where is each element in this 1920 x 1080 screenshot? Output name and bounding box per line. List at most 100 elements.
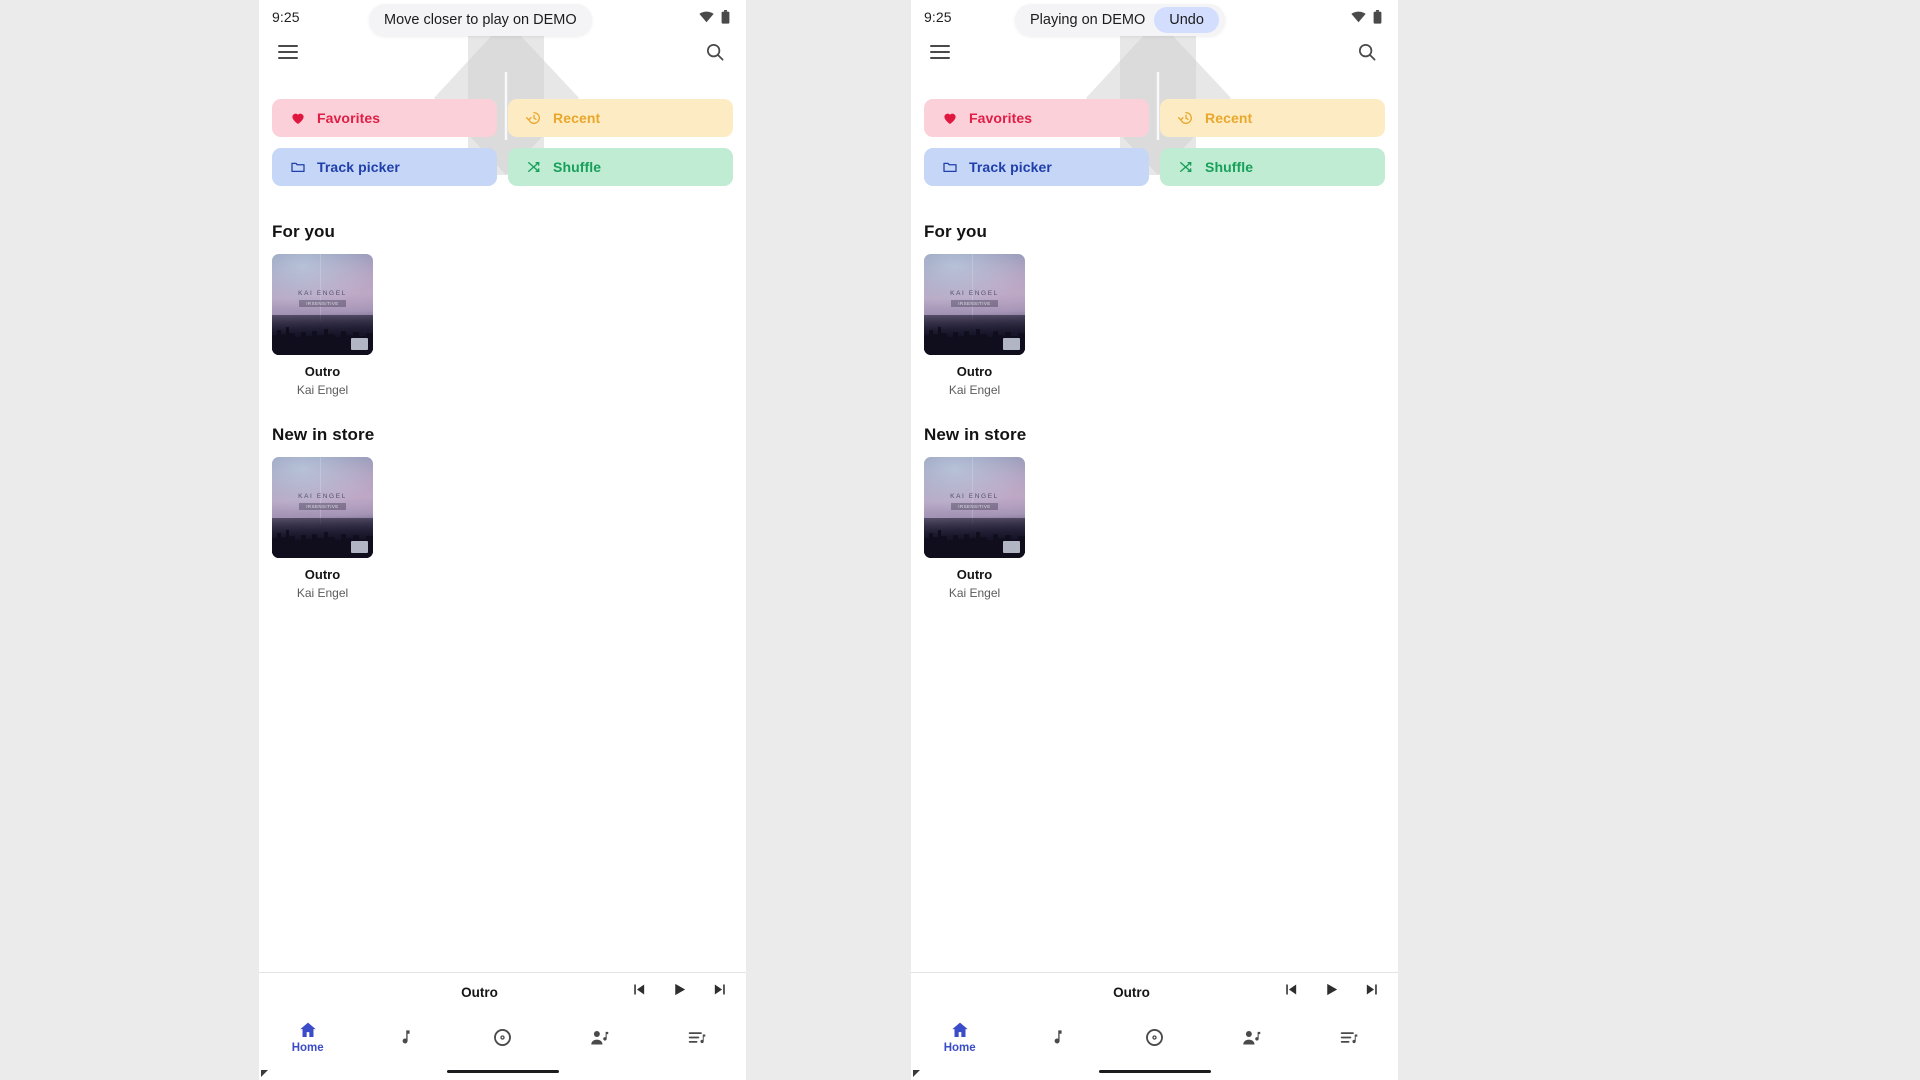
quick-action-label: Track picker <box>317 159 400 175</box>
album-artist: Kai Engel <box>296 586 349 600</box>
mini-player-title: Outro <box>461 984 498 1000</box>
nav-item-playlists[interactable] <box>1301 1011 1398 1063</box>
album-artist: Kai Engel <box>948 586 1001 600</box>
album-art-label-badge <box>1003 338 1020 350</box>
search-icon[interactable] <box>1356 41 1378 63</box>
album-art-seam <box>972 457 974 524</box>
nav-item-songs[interactable] <box>356 1011 453 1063</box>
shuffle-icon <box>528 162 540 172</box>
nav-item-albums[interactable] <box>1106 1011 1203 1063</box>
system-gesture-bar <box>911 1063 1398 1080</box>
toast-text: Playing on DEMO <box>1030 12 1146 28</box>
album-art-title: KAI ENGEL <box>298 290 347 298</box>
quick-action-label: Shuffle <box>1205 159 1254 175</box>
mini-player-title: Outro <box>1113 984 1150 1000</box>
wifi-icon <box>699 11 714 23</box>
quick-actions-grid: Favorites Recent Track picker Shuffle <box>259 99 746 186</box>
phone-screen-left: 9:25 Move closer to play on DEMO Favorit… <box>259 0 746 1080</box>
skip-previous-icon[interactable] <box>630 981 647 1003</box>
section-row-for-you: KAI ENGEL IRSENSITIVE Outro Kai Engel <box>259 254 746 397</box>
album-art-seam <box>972 254 974 321</box>
shuffle-icon <box>1180 162 1192 172</box>
home-icon <box>952 1022 968 1037</box>
album-title: Outro <box>956 567 993 582</box>
folder-icon <box>291 162 305 172</box>
quick-action-track-picker[interactable]: Track picker <box>924 148 1149 186</box>
album-card[interactable]: KAI ENGEL IRSENSITIVE Outro Kai Engel <box>272 254 373 397</box>
quick-action-track-picker[interactable]: Track picker <box>272 148 497 186</box>
album-artist: Kai Engel <box>948 383 1001 397</box>
quick-action-recent[interactable]: Recent <box>508 99 733 137</box>
phone-screen-right: 9:25 Playing on DEMO Undo Favorites Rece… <box>911 0 1398 1080</box>
nav-item-playlists[interactable] <box>649 1011 746 1063</box>
album-artwork: KAI ENGEL IRSENSITIVE <box>272 254 373 355</box>
nav-item-albums[interactable] <box>454 1011 551 1063</box>
system-gesture-bar <box>259 1063 746 1080</box>
album-art-seam <box>320 254 322 321</box>
toast-message: Move closer to play on DEMO <box>369 4 592 36</box>
skip-previous-icon[interactable] <box>1282 981 1299 1003</box>
quick-action-favorites[interactable]: Favorites <box>272 99 497 137</box>
nav-item-songs[interactable] <box>1008 1011 1105 1063</box>
status-time: 9:25 <box>272 9 300 25</box>
skip-next-icon[interactable] <box>712 981 729 1003</box>
section-row-new-in-store: KAI ENGEL IRSENSITIVE Outro Kai Engel <box>911 457 1398 600</box>
album-title: Outro <box>304 567 341 582</box>
album-card[interactable]: KAI ENGEL IRSENSITIVE Outro Kai Engel <box>272 457 373 600</box>
artist-icon <box>591 1030 609 1044</box>
app-bar <box>259 34 746 70</box>
album-artwork: KAI ENGEL IRSENSITIVE <box>924 254 1025 355</box>
screenshot-stage: 9:25 Move closer to play on DEMO Favorit… <box>0 0 1920 1080</box>
skip-next-icon[interactable] <box>1364 981 1381 1003</box>
quick-action-label: Track picker <box>969 159 1052 175</box>
play-icon[interactable] <box>1323 981 1340 1003</box>
album-artwork: KAI ENGEL IRSENSITIVE <box>924 457 1025 558</box>
album-art-title: KAI ENGEL <box>950 290 999 298</box>
artist-icon <box>1243 1030 1261 1044</box>
quick-action-label: Recent <box>553 110 601 126</box>
nav-item-home[interactable]: Home <box>911 1011 1008 1063</box>
section-title-new-in-store: New in store <box>272 425 375 444</box>
nav-item-artists[interactable] <box>1203 1011 1300 1063</box>
quick-action-recent[interactable]: Recent <box>1160 99 1385 137</box>
album-title: Outro <box>304 364 341 379</box>
section-row-new-in-store: KAI ENGEL IRSENSITIVE Outro Kai Engel <box>259 457 746 600</box>
mini-player: Outro <box>911 972 1398 1011</box>
toast-text: Move closer to play on DEMO <box>384 12 577 28</box>
album-art-seam <box>320 457 322 524</box>
album-artwork: KAI ENGEL IRSENSITIVE <box>272 457 373 558</box>
undo-button[interactable]: Undo <box>1154 7 1219 33</box>
bottom-bars: Outro Home <box>911 972 1398 1080</box>
nav-item-label: Home <box>291 1042 324 1054</box>
quick-action-shuffle[interactable]: Shuffle <box>508 148 733 186</box>
section-title-for-you: For you <box>924 222 988 241</box>
nav-item-home[interactable]: Home <box>259 1011 356 1063</box>
search-icon[interactable] <box>704 41 726 63</box>
mini-player-controls <box>630 981 733 1003</box>
nav-item-artists[interactable] <box>551 1011 648 1063</box>
quick-action-favorites[interactable]: Favorites <box>924 99 1149 137</box>
quick-action-label: Favorites <box>969 110 1033 126</box>
mini-player-controls <box>1282 981 1385 1003</box>
corner-cursor-mark <box>261 1070 268 1077</box>
hamburger-menu-icon[interactable] <box>930 45 950 59</box>
album-art-label-badge <box>351 338 368 350</box>
album-card[interactable]: KAI ENGEL IRSENSITIVE Outro Kai Engel <box>924 254 1025 397</box>
wifi-icon <box>1351 11 1366 23</box>
quick-action-label: Recent <box>1205 110 1253 126</box>
bottom-bars: Outro Home <box>259 972 746 1080</box>
app-bar <box>911 34 1398 70</box>
album-card[interactable]: KAI ENGEL IRSENSITIVE Outro Kai Engel <box>924 457 1025 600</box>
music-note-icon <box>402 1030 410 1044</box>
quick-action-label: Shuffle <box>553 159 602 175</box>
album-art-title: KAI ENGEL <box>298 493 347 501</box>
battery-icon <box>1373 10 1382 24</box>
play-icon[interactable] <box>671 981 688 1003</box>
folder-icon <box>943 162 957 172</box>
section-row-for-you: KAI ENGEL IRSENSITIVE Outro Kai Engel <box>911 254 1398 397</box>
quick-action-shuffle[interactable]: Shuffle <box>1160 148 1385 186</box>
album-art-subtitle: IRSENSITIVE <box>951 300 998 308</box>
album-art-subtitle: IRSENSITIVE <box>951 503 998 511</box>
album-artist: Kai Engel <box>296 383 349 397</box>
hamburger-menu-icon[interactable] <box>278 45 298 59</box>
